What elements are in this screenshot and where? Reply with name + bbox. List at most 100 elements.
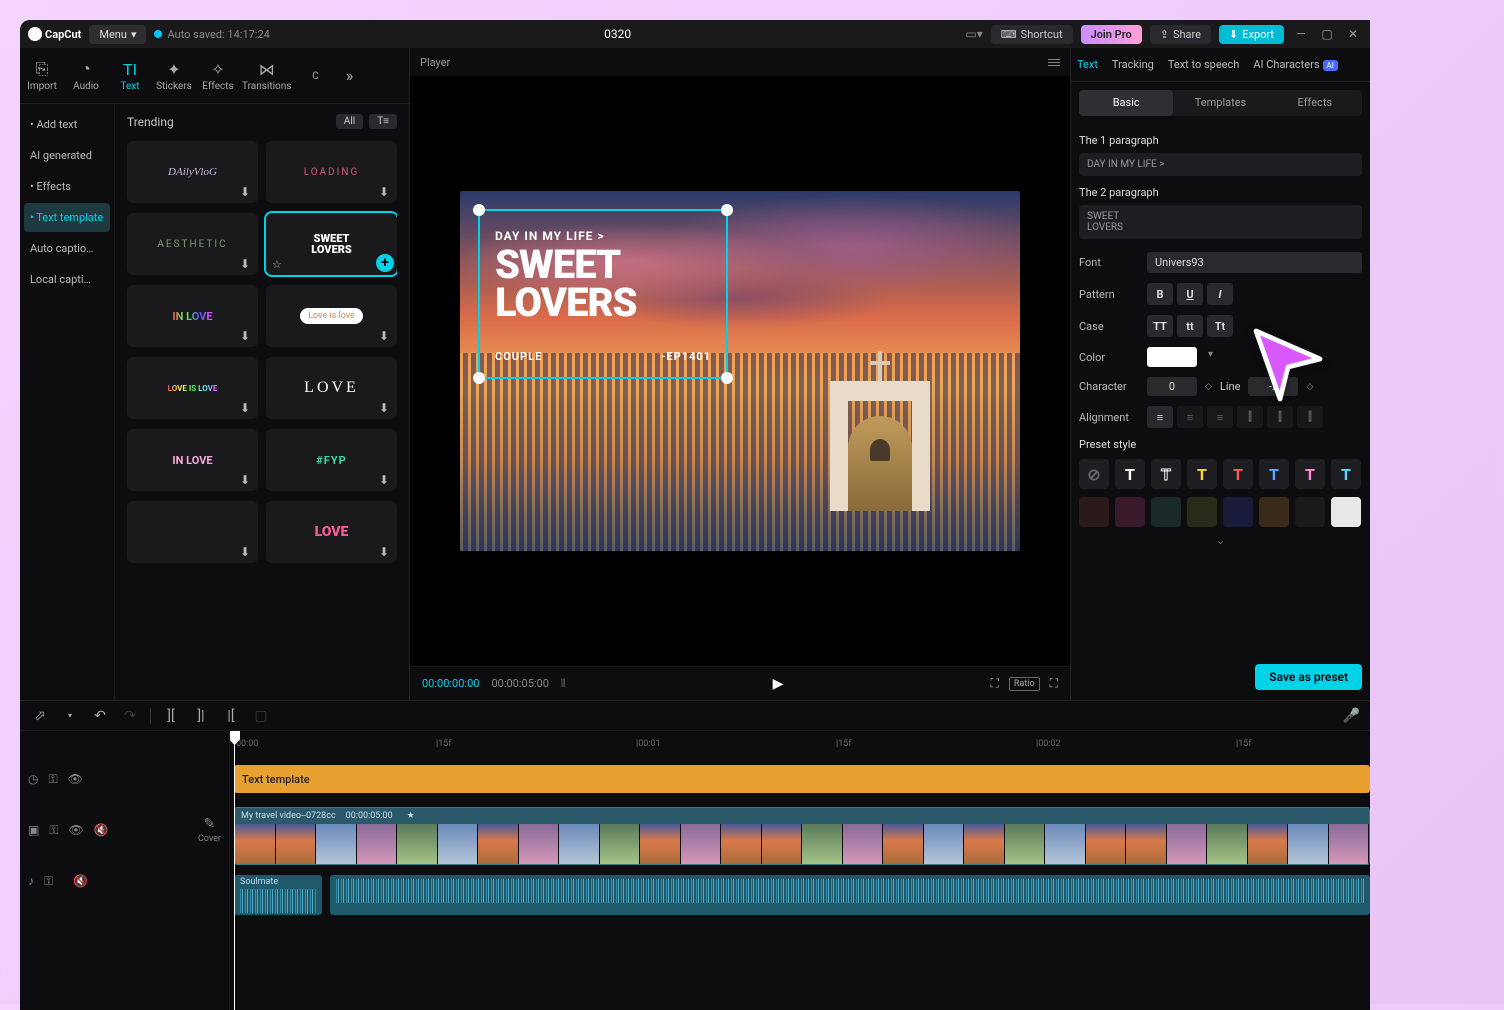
prop-tab-text[interactable]: Text xyxy=(1077,54,1098,75)
levels-icon[interactable]: ⫴ xyxy=(561,677,566,691)
fullscreen-icon[interactable]: ⛶ xyxy=(1050,676,1058,691)
align-v3-button[interactable]: ⫿ xyxy=(1297,406,1323,428)
template-8[interactable]: IN LOVE⬇ xyxy=(127,429,258,491)
preset-12[interactable] xyxy=(1223,497,1253,527)
align-v2-button[interactable]: ⫿ xyxy=(1267,406,1293,428)
play-button[interactable]: ▶ xyxy=(773,676,784,692)
audio-clip-1[interactable]: Soulmate xyxy=(234,875,322,915)
line-spacing-input[interactable]: -2 xyxy=(1248,377,1298,396)
underline-button[interactable]: U xyxy=(1177,283,1203,305)
mute-icon-2[interactable]: 🔇 xyxy=(73,874,88,888)
sub-tab-effects[interactable]: Effects xyxy=(1268,90,1362,116)
preset-14[interactable] xyxy=(1295,497,1325,527)
tool-tab-c[interactable]: C xyxy=(293,48,337,103)
color-swatch[interactable] xyxy=(1147,347,1197,367)
preset-10[interactable] xyxy=(1151,497,1181,527)
preset-11[interactable] xyxy=(1187,497,1217,527)
font-select[interactable]: Univers93 xyxy=(1147,252,1362,273)
case-tt-button[interactable]: Tt xyxy=(1207,315,1233,337)
para2-input[interactable] xyxy=(1079,205,1362,239)
audio-icon[interactable]: ♪ xyxy=(28,874,34,888)
clock-icon[interactable]: ◷ xyxy=(28,772,38,786)
minimize-icon[interactable]: — xyxy=(1292,27,1310,41)
shortcut-button[interactable]: ⌨ Shortcut xyxy=(991,25,1073,44)
tool-tab-stickers[interactable]: ✦Stickers xyxy=(152,48,196,103)
prop-tab-tracking[interactable]: Tracking xyxy=(1112,54,1154,75)
template-0[interactable]: DAilyVloG⬇ xyxy=(127,141,258,203)
category-ai-generated[interactable]: AI generated xyxy=(24,141,110,170)
sub-tab-templates[interactable]: Templates xyxy=(1173,90,1267,116)
category-add-text[interactable]: • Add text xyxy=(24,110,110,139)
lock-icon[interactable]: ⚿ xyxy=(48,772,57,787)
preset-8[interactable] xyxy=(1079,497,1109,527)
preset-13[interactable] xyxy=(1259,497,1289,527)
preset-none[interactable] xyxy=(1079,459,1109,489)
crop-icon[interactable]: ⛶ xyxy=(990,676,998,691)
cover-button[interactable]: ✎Cover xyxy=(198,816,221,844)
delete-tool[interactable]: ▢ xyxy=(251,708,271,724)
preset-4[interactable]: T xyxy=(1223,459,1253,489)
template-3[interactable]: SWEET LOVERS+☆ xyxy=(266,213,397,275)
eye-icon-2[interactable]: 👁 xyxy=(68,823,83,837)
join-pro-button[interactable]: Join Pro xyxy=(1081,25,1142,44)
category-auto-captio-[interactable]: Auto captio… xyxy=(24,234,110,263)
preset-6[interactable]: T xyxy=(1295,459,1325,489)
category-local-capti-[interactable]: Local capti… xyxy=(24,265,110,294)
align-v1-button[interactable]: ⫿ xyxy=(1237,406,1263,428)
redo-button[interactable]: ↷ xyxy=(120,708,140,724)
tool-tab-audio[interactable]: ◔Audio xyxy=(64,48,108,103)
align-left-button[interactable]: ≡ xyxy=(1147,406,1173,428)
category-effects[interactable]: • Effects xyxy=(24,172,110,201)
preset-3[interactable]: T xyxy=(1187,459,1217,489)
tool-tab-transitions[interactable]: ⋈Transitions xyxy=(240,48,293,103)
pointer-tool[interactable]: ⬀ xyxy=(30,708,50,724)
bold-button[interactable]: B xyxy=(1147,283,1173,305)
split-left-tool[interactable]: ]| xyxy=(191,708,211,724)
player-menu-icon[interactable] xyxy=(1048,59,1060,66)
preset-15[interactable] xyxy=(1331,497,1361,527)
template-6[interactable]: LOVE IS LOVE⬇ xyxy=(127,357,258,419)
case-tt-button[interactable]: tt xyxy=(1177,315,1203,337)
filter-all[interactable]: All xyxy=(336,114,363,129)
mic-icon[interactable]: 🎤 xyxy=(1343,708,1360,724)
character-spacing-input[interactable]: 0 xyxy=(1147,377,1197,396)
para1-input[interactable] xyxy=(1079,153,1362,176)
sub-tab-basic[interactable]: Basic xyxy=(1079,90,1173,116)
video-viewport[interactable]: DAY IN MY LIFE > SWEET LOVERS COUPLE -EP… xyxy=(410,76,1070,666)
tool-tabs-more[interactable]: » xyxy=(337,48,361,103)
audio-clip-2[interactable] xyxy=(330,875,1370,915)
prop-tab-ai-characters[interactable]: AI CharactersAI xyxy=(1253,54,1338,75)
case-tt-button[interactable]: TT xyxy=(1147,315,1173,337)
eye-icon[interactable]: 👁 xyxy=(68,772,83,786)
align-right-button[interactable]: ≡ xyxy=(1207,406,1233,428)
close-icon[interactable]: ✕ xyxy=(1344,27,1362,41)
playhead[interactable] xyxy=(234,731,235,1010)
template-11[interactable]: LOVE⬇ xyxy=(266,501,397,563)
template-2[interactable]: AESTHETIC⬇ xyxy=(127,213,258,275)
template-5[interactable]: Love is love⬇ xyxy=(266,285,397,347)
export-button[interactable]: ⬇ Export xyxy=(1219,25,1284,44)
ratio-button[interactable]: Ratio xyxy=(1009,677,1040,691)
template-4[interactable]: IN LOVE⬇ xyxy=(127,285,258,347)
maximize-icon[interactable]: ▢ xyxy=(1318,27,1336,41)
align-center-button[interactable]: ≡ xyxy=(1177,406,1203,428)
tool-tab-import[interactable]: ⎘Import xyxy=(20,48,64,103)
italic-button[interactable]: I xyxy=(1207,283,1233,305)
split-right-tool[interactable]: |[ xyxy=(221,708,241,724)
tool-tab-effects[interactable]: ✧Effects xyxy=(196,48,240,103)
video-clip[interactable]: My travel video--0728cc 00:00:05:00 ★ xyxy=(234,807,1370,865)
text-overlay-selection[interactable]: DAY IN MY LIFE > SWEET LOVERS COUPLE -EP… xyxy=(478,209,728,379)
sort-icon[interactable]: T≡ xyxy=(369,114,397,129)
text-clip[interactable]: Text template xyxy=(234,765,1370,793)
category-text-template[interactable]: • Text template xyxy=(24,203,110,232)
split-tool[interactable]: ][ xyxy=(161,708,181,724)
template-7[interactable]: LOVE⬇ xyxy=(266,357,397,419)
layout-icon[interactable]: ▭▾ xyxy=(965,27,982,41)
mute-icon[interactable]: 🔇 xyxy=(94,823,109,837)
track-settings-icon[interactable]: ▣ xyxy=(28,823,39,837)
pointer-dropdown-icon[interactable]: ▾ xyxy=(60,711,80,720)
template-1[interactable]: LOADING⬇ xyxy=(266,141,397,203)
preset-9[interactable] xyxy=(1115,497,1145,527)
template-9[interactable]: #FYP⬇ xyxy=(266,429,397,491)
preset-1[interactable]: T xyxy=(1115,459,1145,489)
